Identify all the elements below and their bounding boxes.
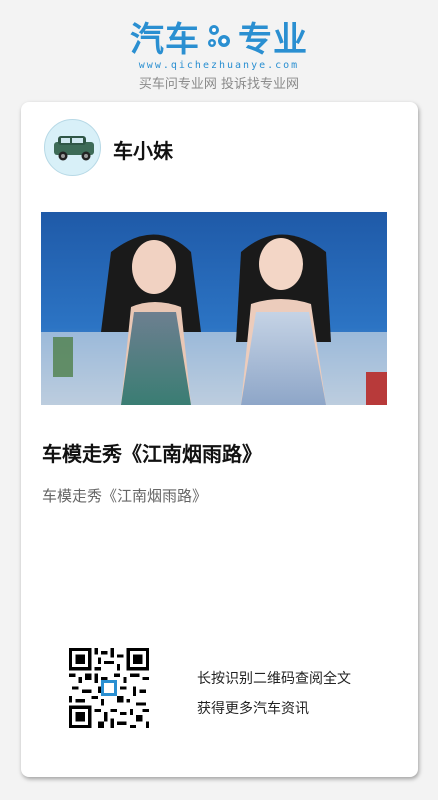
brand-header: 汽车 专业 www.qichezhuanye.com 买车问专业网 投诉找专业网 xyxy=(0,14,438,93)
qr-code-art xyxy=(69,648,149,728)
author-name: 车小妹 xyxy=(113,139,173,163)
brand-logo: 汽车 专业 xyxy=(0,14,438,60)
avatar[interactable] xyxy=(44,119,101,176)
brand-name-left: 汽车 xyxy=(130,19,200,60)
hero-photo[interactable] xyxy=(41,212,387,405)
brand-slogan: 买车问专业网 投诉找专业网 xyxy=(138,77,300,92)
article-card[interactable]: 车小妹 车模走秀《江南烟雨路》 车模走秀《江南烟雨路》 长按识别二维码查阅全文 … xyxy=(21,102,418,777)
car-icon xyxy=(54,136,94,161)
brand-url: www.qichezhuanye.com xyxy=(138,60,300,71)
article-summary: 车模走秀《江南烟雨路》 xyxy=(42,487,208,505)
qr-caption-line1: 长按识别二维码查阅全文 xyxy=(197,671,351,687)
qr-caption-line2: 获得更多汽车资讯 xyxy=(197,701,309,717)
qr-caption: 长按识别二维码查阅全文 获得更多汽车资讯 xyxy=(197,664,351,724)
hero-photo-art xyxy=(41,212,387,405)
brand-name-right: 专业 xyxy=(238,19,308,60)
article-title: 车模走秀《江南烟雨路》 xyxy=(42,442,262,466)
qr-code[interactable] xyxy=(69,648,149,728)
gear-icon xyxy=(208,25,230,47)
